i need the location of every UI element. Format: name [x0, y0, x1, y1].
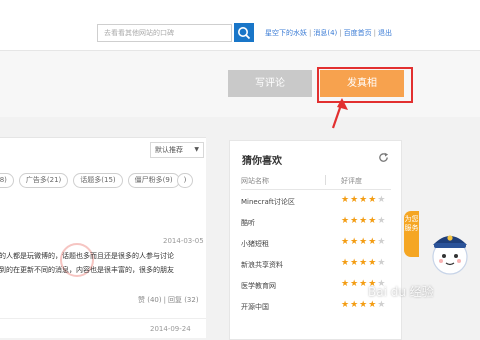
messages-link[interactable]: 消息(4) — [313, 29, 337, 37]
service-tab[interactable]: 为您服务 — [404, 211, 419, 257]
tag-list: (8) 广告多(21) 话题多(15) 僵尸粉多(9)) — [0, 173, 198, 188]
post-text-line: 的人都是玩微博的，话题也多而且还是很多的人参与讨论 — [0, 252, 174, 260]
star-icon: ★ — [350, 279, 360, 289]
star-icon: ★ — [341, 300, 351, 310]
star-icon: ★ — [359, 195, 369, 205]
star-rating: ★★★★★ — [341, 237, 386, 247]
site-name: 酷听 — [241, 219, 255, 227]
site-name: Minecraft讨论区 — [241, 198, 295, 206]
list-item[interactable]: 新浪共享资料 ★★★★★ — [241, 258, 391, 276]
site-name: 小猪短租 — [241, 240, 269, 248]
star-rating: ★★★★★ — [341, 300, 386, 310]
star-rating: ★★★★★ — [341, 216, 386, 226]
tag-chip[interactable]: 僵尸粉多(9) — [127, 173, 180, 188]
post-date: 2014-03-05 — [163, 237, 204, 245]
star-icon: ★ — [341, 216, 351, 226]
chevron-down-icon: ▼ — [194, 146, 199, 153]
user-links: 星空下的水妖 | 消息(4) | 百度首页 | 退出 — [265, 29, 392, 37]
star-icon: ★ — [377, 237, 387, 247]
star-icon: ★ — [350, 258, 360, 268]
post-text-line: 到的在更新不同的消息，内容也是很丰富的，很多的朋友 — [0, 266, 174, 274]
site-name: 新浪共享资料 — [241, 261, 283, 269]
logout-link[interactable]: 退出 — [378, 29, 392, 37]
star-rating: ★★★★★ — [341, 195, 386, 205]
star-icon: ★ — [377, 216, 387, 226]
column-divider — [325, 175, 326, 185]
post-actions: 赞 (40) | 回复 (32) — [138, 296, 199, 304]
star-icon: ★ — [341, 195, 351, 205]
watermark-text: Bai du 经验 — [368, 285, 434, 299]
baidu-home-link[interactable]: 百度首页 — [344, 29, 372, 37]
tag-chip[interactable]: 广告多(21) — [18, 173, 69, 188]
like-link[interactable]: 赞 (40) — [138, 296, 162, 304]
search-input[interactable] — [97, 24, 232, 42]
star-rating: ★★★★★ — [341, 258, 386, 268]
refresh-icon[interactable] — [378, 152, 389, 163]
star-icon: ★ — [368, 237, 378, 247]
star-icon: ★ — [377, 300, 387, 310]
reply-link[interactable]: 回复 (32) — [168, 296, 199, 304]
tag-chip[interactable]: (8) — [0, 173, 14, 188]
site-name: 开源中国 — [241, 303, 269, 311]
star-icon: ★ — [368, 195, 378, 205]
mascot-icon — [432, 235, 468, 275]
username-link[interactable]: 星空下的水妖 — [265, 29, 307, 37]
list-item[interactable]: 酷听 ★★★★★ — [241, 216, 391, 234]
star-icon: ★ — [368, 216, 378, 226]
tag-chip[interactable]: 话题多(15) — [73, 173, 123, 188]
star-icon: ★ — [368, 300, 378, 310]
star-icon: ★ — [359, 258, 369, 268]
star-icon: ★ — [359, 237, 369, 247]
post-date: 2014-09-24 — [150, 325, 191, 333]
star-icon: ★ — [341, 279, 351, 289]
star-icon: ★ — [350, 216, 360, 226]
panel-title: 猜你喜欢 — [242, 156, 282, 167]
star-icon: ★ — [350, 237, 360, 247]
star-icon: ★ — [341, 258, 351, 268]
star-icon: ★ — [341, 237, 351, 247]
column-site-name: 网站名称 — [241, 177, 269, 185]
star-icon: ★ — [377, 195, 387, 205]
star-icon: ★ — [359, 300, 369, 310]
star-icon: ★ — [350, 300, 360, 310]
column-rating: 好评度 — [341, 177, 362, 185]
list-item[interactable]: Minecraft讨论区 ★★★★★ — [241, 195, 391, 213]
arrow-annotation-icon — [331, 98, 348, 129]
star-icon: ★ — [377, 258, 387, 268]
star-icon: ★ — [359, 279, 369, 289]
site-name: 医学教育网 — [241, 282, 276, 290]
list-item[interactable]: 开源中国 ★★★★★ — [241, 300, 391, 318]
divider — [0, 318, 206, 319]
search-button[interactable] — [234, 23, 254, 42]
header-divider — [241, 189, 391, 190]
list-item[interactable]: 小猪短租 ★★★★★ — [241, 237, 391, 255]
star-icon: ★ — [350, 195, 360, 205]
write-comment-button[interactable]: 写评论 — [228, 70, 312, 97]
star-icon: ★ — [359, 216, 369, 226]
search-icon — [238, 27, 251, 40]
sort-label: 默认推荐 — [155, 146, 183, 154]
tag-chip[interactable]: ) — [176, 173, 194, 188]
sort-dropdown[interactable]: 默认推荐 ▼ — [150, 142, 204, 158]
star-icon: ★ — [368, 258, 378, 268]
